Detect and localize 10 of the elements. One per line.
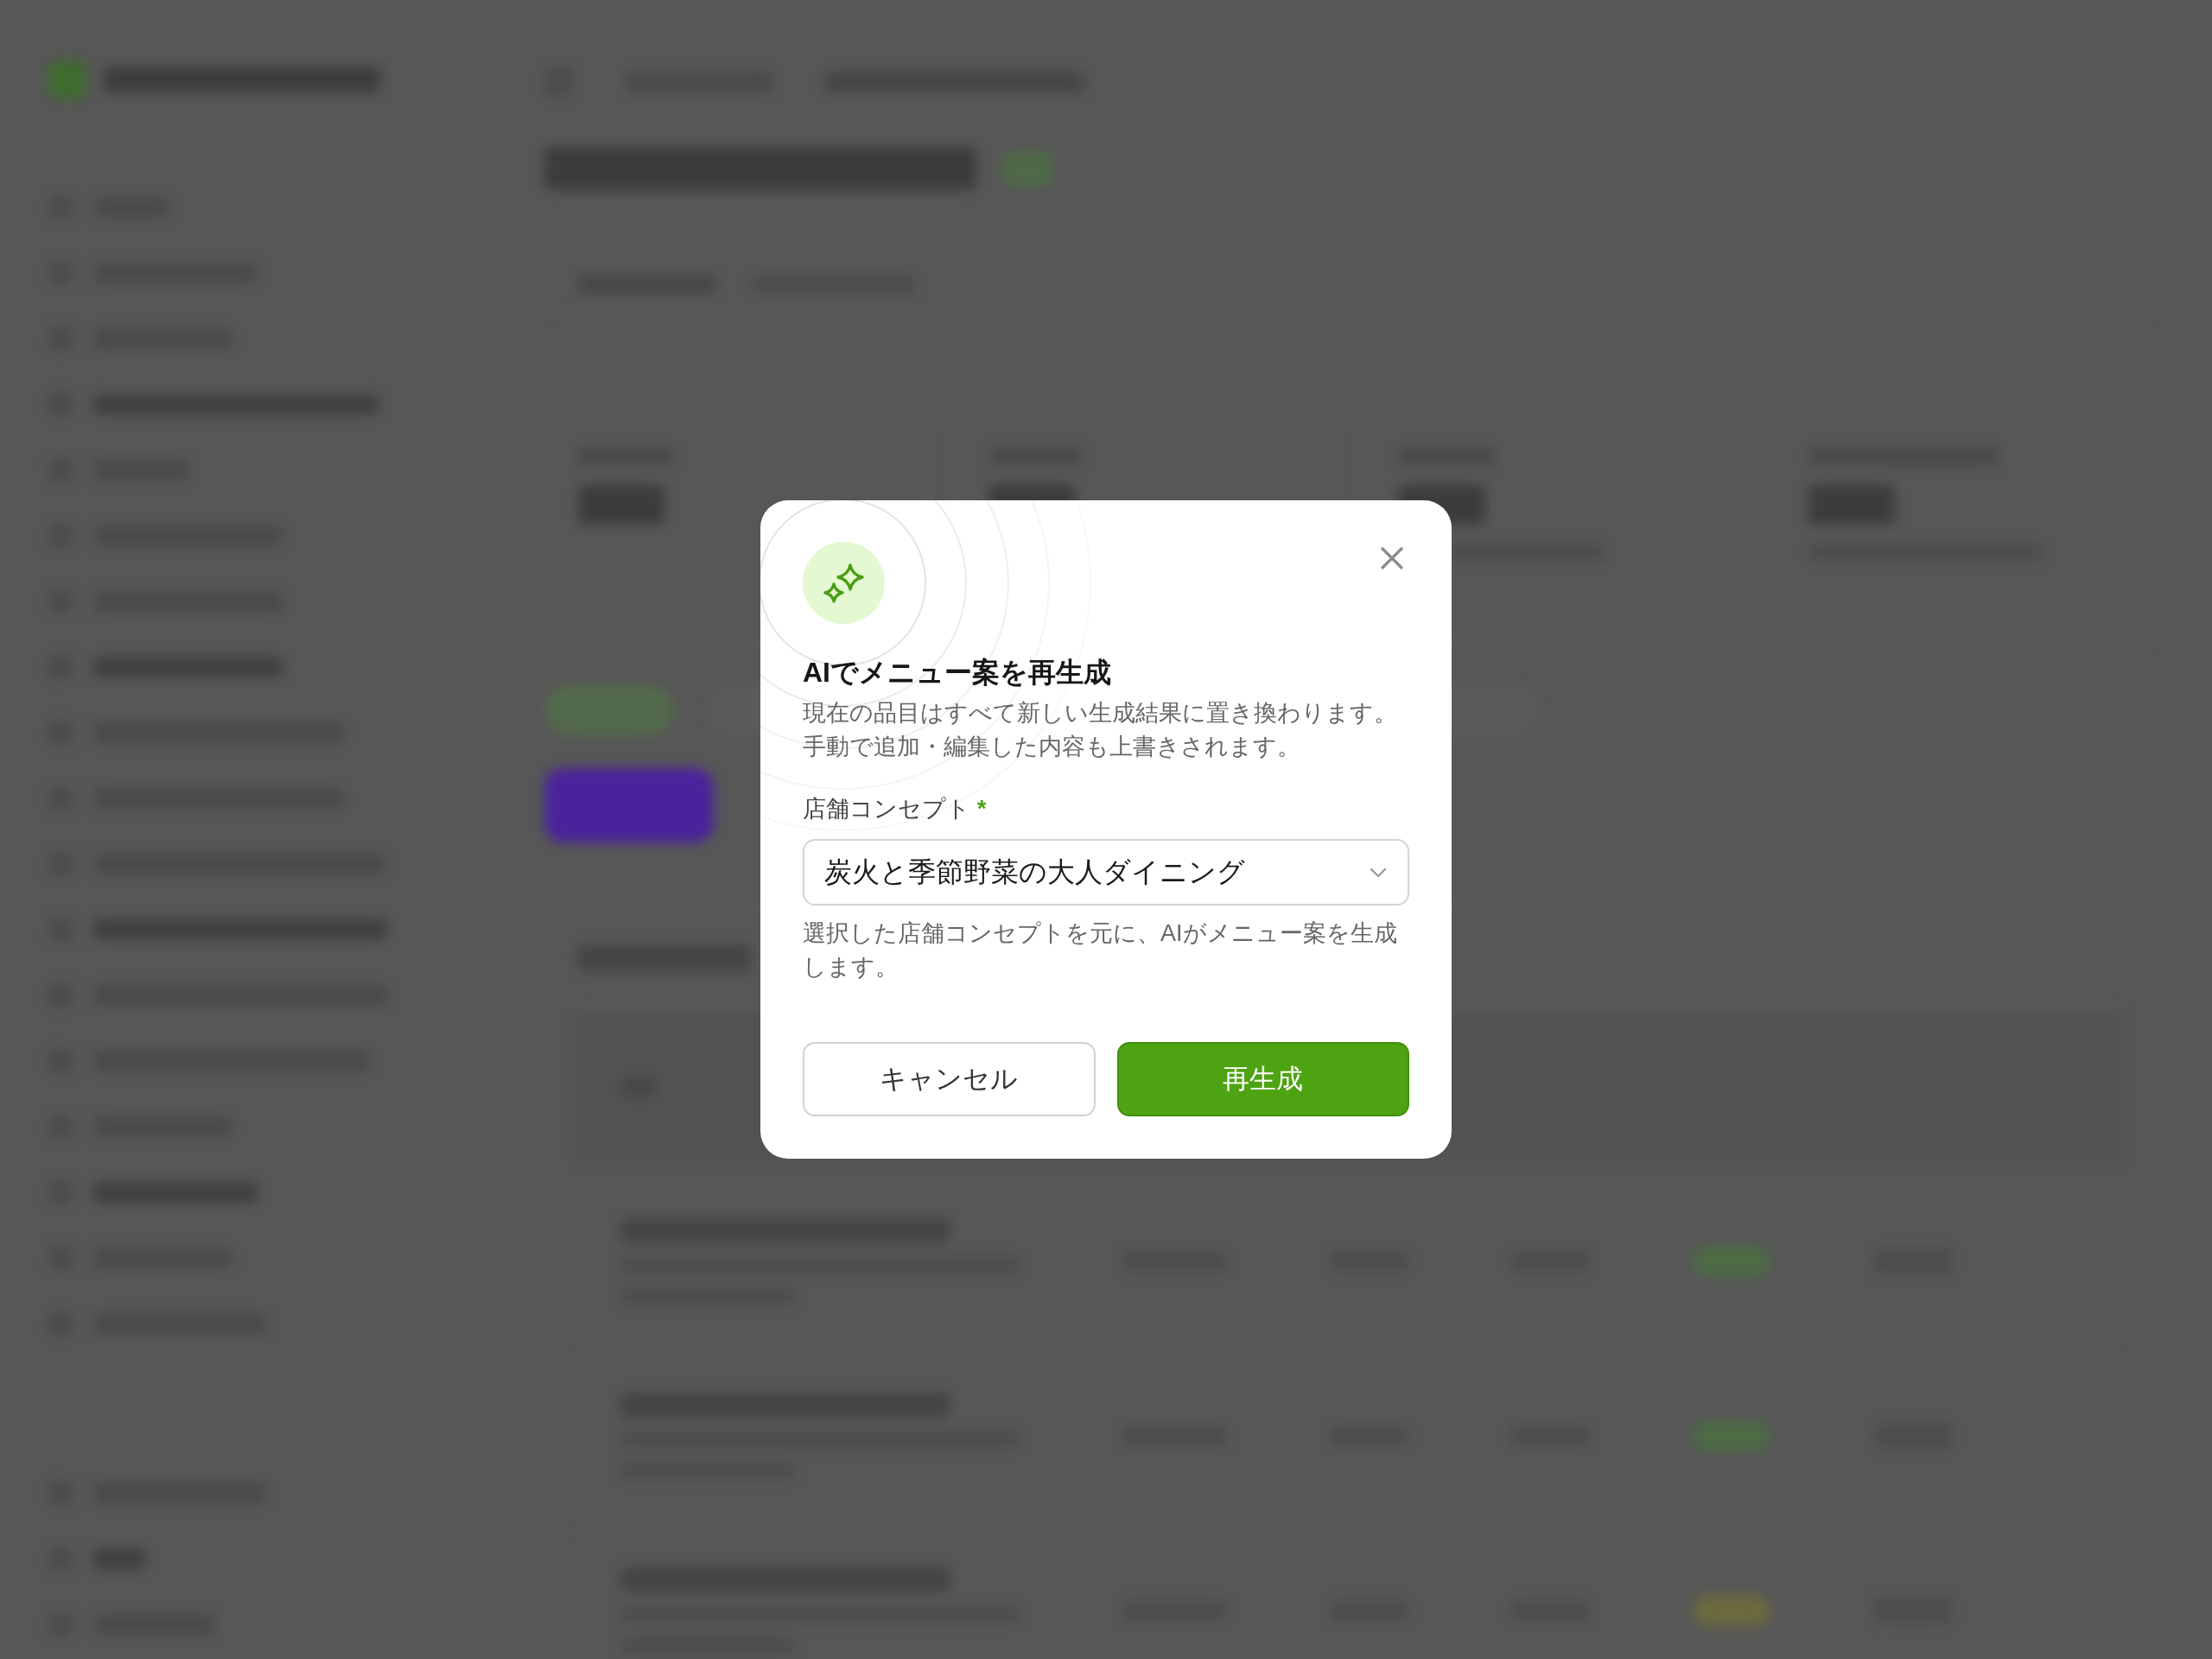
dialog-description: 現在の品目はすべて新しい生成結果に置き換わります。 手動で追加・編集した内容も上書きされます。 xyxy=(803,699,1397,761)
field-help-text: 選択した店舗コンセプトを元に、AIがメニュー案を生成 します。 xyxy=(803,919,1397,982)
sparkles-icon xyxy=(803,542,885,624)
chevron-down-icon xyxy=(1370,867,1387,878)
dialog-title: AIでメニュー案を再生成 xyxy=(803,656,1111,690)
concept-select[interactable]: 炭火と季節野菜の大人ダイニング xyxy=(803,839,1409,906)
close-icon xyxy=(1381,547,1403,569)
field-label: 店舗コンセプト xyxy=(803,795,970,823)
cancel-button[interactable]: キャンセル xyxy=(803,1042,1096,1116)
required-mark: * xyxy=(977,795,987,823)
